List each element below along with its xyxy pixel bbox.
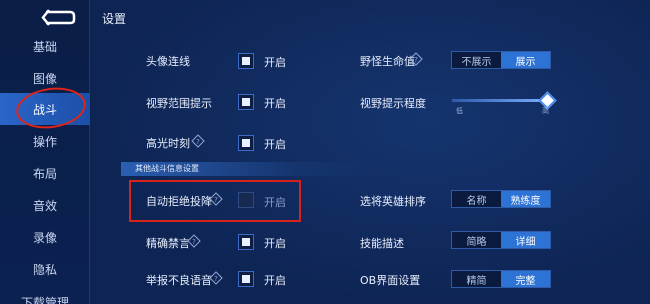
check-mark-icon (242, 57, 250, 65)
sidebar-item-label: 隐私 (32, 262, 57, 277)
setting-label-precise-mute: 精确禁言 (146, 237, 190, 250)
monster-hp-toggle[interactable]: 不展示 展示 (451, 51, 551, 69)
sidebar-item-label: 音效 (32, 198, 57, 213)
option-show[interactable]: 展示 (501, 52, 550, 68)
setting-label-vision-level: 视野提示程度 (360, 97, 426, 110)
help-icon[interactable]: ? (209, 271, 223, 285)
hero-sort-toggle[interactable]: 名称 熟练度 (451, 190, 551, 208)
option-brief[interactable]: 简略 (452, 232, 501, 248)
setting-label-hero-sort: 选将英雄排序 (360, 195, 426, 208)
setting-label-highlight: 高光时刻 (146, 137, 190, 150)
sidebar-item-downloads[interactable]: 下载管理 (0, 286, 90, 304)
sidebar-item-label: 基础 (32, 39, 57, 54)
help-icon[interactable]: ? (191, 134, 205, 148)
option-detailed[interactable]: 详细 (501, 232, 550, 248)
sidebar-item-replay[interactable]: 录像 (0, 221, 90, 253)
vision-level-slider-track[interactable] (452, 99, 548, 102)
report-voice-state: 开启 (264, 274, 286, 287)
vision-range-state: 开启 (264, 97, 286, 110)
precise-mute-checkbox[interactable] (238, 234, 254, 250)
ob-ui-toggle[interactable]: 精简 完整 (451, 270, 551, 288)
report-voice-checkbox[interactable] (238, 271, 254, 287)
annotation-rectangle (129, 180, 301, 222)
avatar-link-checkbox[interactable] (238, 53, 254, 69)
sidebar-item-controls[interactable]: 操作 (0, 125, 90, 157)
skill-desc-toggle[interactable]: 简略 详细 (451, 231, 551, 249)
check-mark-icon (242, 139, 250, 147)
option-name[interactable]: 名称 (452, 191, 501, 207)
help-icon[interactable]: ? (187, 234, 201, 248)
setting-label-skill-desc: 技能描述 (360, 237, 404, 250)
svg-text:?: ? (214, 275, 218, 283)
sidebar-item-privacy[interactable]: 隐私 (0, 253, 90, 285)
sidebar-item-label: 下载管理 (20, 295, 69, 304)
setting-label-avatar-link: 头像连线 (146, 55, 190, 68)
sidebar-item-layout[interactable]: 布局 (0, 157, 90, 189)
check-mark-icon (242, 275, 250, 283)
svg-text:?: ? (414, 56, 418, 64)
vision-range-checkbox[interactable] (238, 94, 254, 110)
check-mark-icon (242, 238, 250, 246)
setting-label-report-voice: 举报不良语音 (146, 274, 212, 287)
sidebar-item-sound[interactable]: 音效 (0, 189, 90, 221)
highlight-checkbox[interactable] (238, 135, 254, 151)
sidebar-item-label: 布局 (32, 166, 57, 181)
setting-label-monster-hp: 野怪生命值 (360, 55, 415, 68)
section-header-other-combat: 其他战斗信息设置 (121, 162, 371, 176)
svg-text:?: ? (196, 138, 200, 146)
avatar-link-state: 开启 (264, 56, 286, 69)
setting-label-vision-range: 视野范围提示 (146, 97, 212, 110)
option-simple[interactable]: 精简 (452, 271, 501, 287)
main-background (91, 0, 650, 304)
setting-label-ob-ui: OB界面设置 (360, 274, 421, 287)
option-proficiency[interactable]: 熟练度 (501, 191, 550, 207)
option-full[interactable]: 完整 (501, 271, 550, 287)
page-title: 设置 (102, 12, 127, 26)
slider-low-label: 低 (456, 107, 463, 115)
option-hide[interactable]: 不展示 (452, 52, 501, 68)
back-arrow-icon[interactable] (40, 8, 76, 26)
sidebar-item-label: 操作 (32, 134, 57, 149)
help-icon[interactable]: ? (409, 52, 423, 66)
sidebar: 基础 图像 战斗 操作 布局 音效 录像 隐私 下载管理 (0, 0, 90, 304)
precise-mute-state: 开启 (264, 237, 286, 250)
svg-text:?: ? (192, 238, 196, 246)
check-mark-icon (242, 98, 250, 106)
highlight-state: 开启 (264, 138, 286, 151)
slider-high-label: 高 (542, 107, 549, 115)
sidebar-item-basic[interactable]: 基础 (0, 30, 90, 62)
sidebar-item-label: 图像 (32, 71, 57, 86)
sidebar-item-label: 录像 (32, 230, 57, 245)
